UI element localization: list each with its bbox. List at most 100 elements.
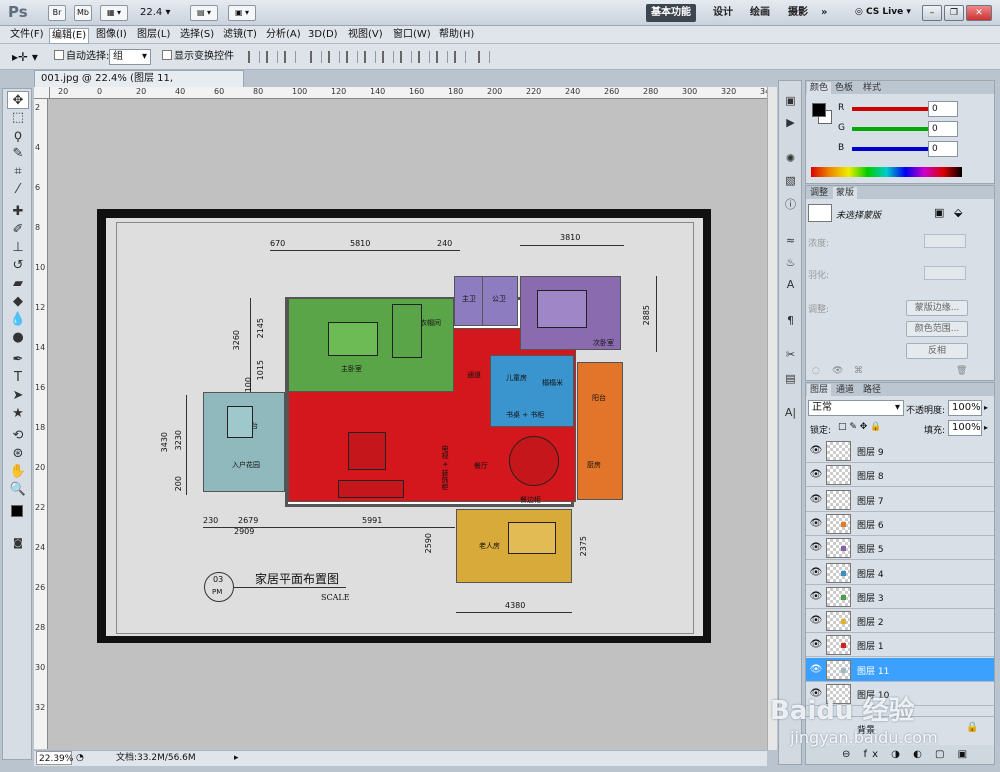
menu-select[interactable]: 选择(S) — [178, 28, 216, 42]
tab-styles[interactable]: 样式 — [860, 82, 884, 94]
marquee-tool-icon[interactable]: ⬚ — [7, 109, 29, 127]
layer-row[interactable]: 👁 图层 4 — [806, 560, 994, 585]
channel-slider[interactable] — [852, 147, 928, 151]
distribute-top-icon[interactable] — [364, 51, 376, 63]
shape-tool-icon[interactable]: ★ — [7, 405, 29, 423]
document-tab[interactable]: 001.jpg @ 22.4% (图层 11, CMYK/8/CMYK) * — [34, 70, 244, 99]
auto-select-checkbox[interactable]: 自动选择: — [54, 50, 109, 64]
opacity-field[interactable]: 100% — [948, 400, 982, 416]
zoom-tool-icon[interactable]: 🔍 — [7, 481, 29, 499]
menu-filter[interactable]: 滤镜(T) — [221, 28, 259, 42]
history-icon[interactable]: ▣ — [782, 93, 799, 109]
align-right-icon[interactable] — [346, 51, 358, 63]
3d-orbit-tool-icon[interactable]: ⊛ — [7, 445, 29, 463]
visibility-eye-icon[interactable]: 👁 — [809, 493, 823, 507]
notes-icon[interactable]: A| — [782, 405, 799, 421]
eyedropper-tool-icon[interactable]: ⁄ — [7, 181, 29, 199]
layer-row[interactable]: 👁 图层 2 — [806, 609, 994, 634]
bridge-button[interactable]: Br — [48, 5, 66, 21]
mask-edge-button[interactable]: 蒙版边缘... — [906, 300, 968, 316]
move-tool-icon[interactable]: ✥ — [7, 91, 29, 109]
layer-row[interactable]: 👁 图层 7 — [806, 487, 994, 512]
quick-select-tool-icon[interactable]: ✎ — [7, 145, 29, 163]
visibility-eye-icon[interactable]: 👁 — [809, 590, 823, 604]
restore-icon[interactable]: ❐ — [944, 5, 964, 21]
actions-icon[interactable]: ▶ — [782, 115, 799, 131]
navigator-icon[interactable]: ▧ — [782, 173, 799, 189]
dodge-tool-icon[interactable]: ● — [7, 329, 29, 347]
clone-stamp-tool-icon[interactable]: ⊥ — [7, 239, 29, 257]
channel-value[interactable]: 0 — [928, 141, 958, 157]
layer-row[interactable]: 👁 图层 5 — [806, 536, 994, 561]
3d-panel-icon[interactable]: ✺ — [782, 151, 799, 167]
workspace-photography[interactable]: 摄影 — [783, 4, 813, 22]
layer-row[interactable]: 👁 图层 1 — [806, 633, 994, 658]
animation-icon[interactable]: ▤ — [782, 371, 799, 387]
menu-layer[interactable]: 图层(L) — [135, 28, 172, 42]
move-tool-preset-icon[interactable]: ▸✛ ▾ — [12, 50, 38, 64]
color-range-button[interactable]: 颜色范围... — [906, 321, 968, 337]
menu-view[interactable]: 视图(V) — [346, 28, 385, 42]
workspace-painting[interactable]: 绘画 — [745, 4, 775, 22]
crop-tool-icon[interactable]: ⌗ — [7, 163, 29, 181]
disable-mask-icon[interactable]: ⌘ — [854, 366, 863, 376]
align-vcenter-icon[interactable] — [266, 51, 278, 63]
layer-row[interactable]: 👁 图层 6 — [806, 511, 994, 536]
opacity-slider-arrow-icon[interactable]: ▸ — [984, 403, 988, 412]
hand-tool-icon[interactable]: ✋ — [7, 463, 29, 481]
apply-mask-icon[interactable]: 👁 — [832, 366, 843, 376]
distribute-vcenter-icon[interactable] — [382, 51, 394, 63]
align-top-icon[interactable] — [248, 51, 260, 63]
show-transform-checkbox[interactable]: 显示变换控件 — [162, 50, 234, 64]
brush-tool-icon[interactable]: ✐ — [7, 221, 29, 239]
zoom-field[interactable]: 22.39% — [36, 751, 73, 765]
menu-file[interactable]: 文件(F) — [8, 28, 46, 42]
menu-image[interactable]: 图像(I) — [94, 28, 129, 42]
mini-bridge-button[interactable]: Mb — [74, 5, 92, 21]
tab-masks[interactable]: 蒙版 — [833, 187, 858, 199]
panel-foreground-swatch[interactable] — [812, 103, 826, 117]
layer-actions-bar[interactable]: ⊖ fx ◑ ◐ ▢ ▣ 🗑 — [806, 745, 994, 764]
healing-brush-tool-icon[interactable]: ✚ — [7, 203, 29, 221]
close-icon[interactable]: ✕ — [966, 5, 992, 21]
align-bottom-icon[interactable] — [284, 51, 296, 63]
align-hcenter-icon[interactable] — [328, 51, 340, 63]
menu-window[interactable]: 窗口(W) — [391, 28, 433, 42]
lock-icons[interactable]: □ ✎ ✥ 🔒 — [838, 422, 881, 432]
distribute-bottom-icon[interactable] — [400, 51, 412, 63]
visibility-eye-icon[interactable]: 👁 — [809, 614, 823, 628]
fill-slider-arrow-icon[interactable]: ▸ — [984, 423, 988, 432]
character-icon[interactable]: A — [782, 277, 799, 293]
info-icon[interactable]: ⓘ — [782, 197, 799, 213]
layer-row[interactable]: 👁 图层 3 — [806, 584, 994, 609]
workspace-design[interactable]: 设计 — [708, 4, 738, 22]
type-tool-icon[interactable]: T — [7, 369, 29, 387]
view-extras-dropdown[interactable]: ▦ ▾ — [100, 5, 128, 21]
blend-mode-select[interactable]: 正常 ▾ — [808, 400, 904, 416]
distribute-left-icon[interactable] — [418, 51, 430, 63]
color-spectrum[interactable] — [811, 167, 962, 177]
visibility-eye-icon[interactable]: 👁 — [809, 638, 823, 652]
tab-channels[interactable]: 通道 — [833, 384, 857, 396]
status-menu-arrow-icon[interactable]: ▸ — [234, 751, 239, 766]
tab-layers[interactable]: 图层 — [807, 384, 832, 396]
invert-button[interactable]: 反相 — [906, 343, 968, 359]
tab-adjustments[interactable]: 调整 — [807, 187, 831, 199]
cs-live-button[interactable]: ◎ CS Live ▾ — [855, 7, 911, 17]
paint-bucket-tool-icon[interactable]: ◆ — [7, 293, 29, 311]
auto-align-layers-icon[interactable] — [478, 51, 490, 63]
tab-color[interactable]: 颜色 — [807, 82, 832, 94]
channel-value[interactable]: 0 — [928, 121, 958, 137]
fill-field[interactable]: 100% — [948, 420, 982, 436]
menu-help[interactable]: 帮助(H) — [437, 28, 476, 42]
menu-analysis[interactable]: 分析(A) — [264, 28, 303, 42]
visibility-eye-icon[interactable]: 👁 — [809, 566, 823, 580]
align-left-icon[interactable] — [310, 51, 322, 63]
minimize-icon[interactable]: – — [922, 5, 942, 21]
pixel-mask-icon[interactable]: ▣ — [934, 206, 944, 219]
visibility-eye-icon[interactable]: 👁 — [809, 663, 823, 677]
feather-field[interactable] — [924, 266, 966, 280]
foreground-color-swatch[interactable] — [11, 505, 23, 517]
channel-slider[interactable] — [852, 127, 928, 131]
history-brush-tool-icon[interactable]: ↺ — [7, 257, 29, 275]
